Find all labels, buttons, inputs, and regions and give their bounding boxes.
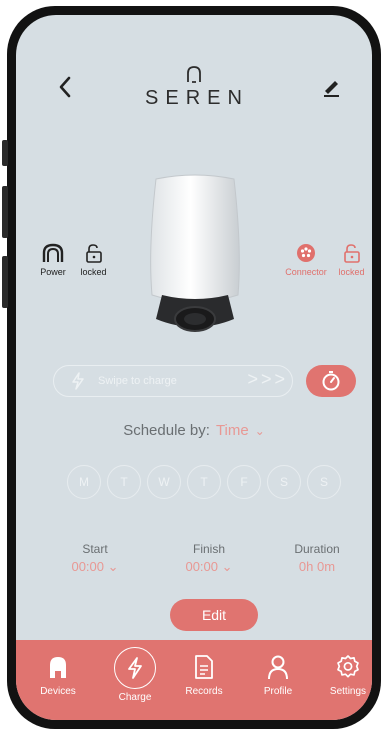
bolt-icon xyxy=(128,657,142,679)
stopwatch-icon xyxy=(322,371,340,391)
person-icon xyxy=(268,655,288,680)
charger-image xyxy=(126,169,264,347)
tab-charge[interactable]: Charge xyxy=(103,640,167,720)
duration-value: 0h 0m xyxy=(298,559,336,574)
connector-lock-indicator: locked xyxy=(333,243,371,277)
connector-indicator: Connector xyxy=(282,243,330,277)
side-button xyxy=(2,140,8,166)
start-value: 00:00 xyxy=(71,559,105,574)
edit-schedule-button[interactable]: Edit xyxy=(170,599,258,631)
swipe-arrows: > > > xyxy=(247,369,285,389)
day-tuesday[interactable]: T xyxy=(107,465,141,499)
finish-label: Finish xyxy=(192,542,225,556)
connector-status: Connector locked xyxy=(282,243,371,277)
tab-label: Settings xyxy=(329,686,367,697)
pencil-icon xyxy=(324,81,339,97)
tab-profile[interactable]: Profile xyxy=(246,640,310,720)
connector-label: Connector xyxy=(285,267,327,277)
day-saturday[interactable]: S xyxy=(267,465,301,499)
unlocked-padlock-icon xyxy=(85,244,102,263)
bottom-tab-bar: Devices Charge Records Profile Settings xyxy=(16,640,372,720)
charger-icon xyxy=(50,657,66,678)
power-indicator: Power xyxy=(34,243,72,277)
wallbox-illustration xyxy=(150,174,240,332)
tab-settings[interactable]: Settings xyxy=(316,640,372,720)
chevron-down-icon: ⌄ xyxy=(104,559,119,574)
day-sunday[interactable]: S xyxy=(307,465,341,499)
tab-label: Profile xyxy=(263,686,293,697)
side-button xyxy=(2,186,8,238)
tab-label: Records xyxy=(185,686,223,697)
phone-frame: SEREN Power locked Connector locked Swip… xyxy=(7,6,381,729)
document-icon xyxy=(195,655,213,679)
side-button xyxy=(2,256,8,308)
brand-name: SEREN xyxy=(145,87,249,109)
connector-lock-label: locked xyxy=(338,267,365,277)
brand-logo: SEREN xyxy=(16,65,372,110)
day-friday[interactable]: F xyxy=(227,465,261,499)
tab-label: Charge xyxy=(118,692,152,703)
weekday-picker: M T W T F S S xyxy=(67,465,357,499)
unlocked-padlock-icon xyxy=(343,244,360,263)
charger-logo-icon xyxy=(187,66,201,83)
tab-devices[interactable]: Devices xyxy=(26,640,90,720)
screen: SEREN Power locked Connector locked Swip… xyxy=(16,15,372,720)
top-bar: SEREN xyxy=(16,63,372,113)
finish-value: 00:00 xyxy=(185,559,219,574)
power-lock-label: locked xyxy=(80,267,107,277)
schedule-selector: Schedule by: Time ⌄ xyxy=(16,422,372,439)
connector-plug-icon xyxy=(297,244,315,262)
duration-display: Duration 0h 0m xyxy=(282,542,352,574)
power-label: Power xyxy=(40,267,66,277)
bolt-icon xyxy=(72,372,84,390)
chevron-down-icon[interactable]: ⌄ xyxy=(255,424,265,438)
swipe-label: Swipe to charge xyxy=(98,375,177,387)
day-thursday[interactable]: T xyxy=(187,465,221,499)
schedule-mode-dropdown[interactable]: Time xyxy=(216,422,249,439)
power-arch-icon xyxy=(42,243,64,262)
start-label: Start xyxy=(82,542,108,556)
day-monday[interactable]: M xyxy=(67,465,101,499)
start-time-field[interactable]: Start 00:00 ⌄ xyxy=(60,542,130,575)
schedule-label: Schedule by: xyxy=(123,422,210,439)
swipe-to-charge-slider[interactable]: Swipe to charge > > > xyxy=(53,365,293,397)
day-wednesday[interactable]: W xyxy=(147,465,181,499)
chevron-down-icon: ⌄ xyxy=(218,559,233,574)
gear-icon xyxy=(337,655,359,678)
edit-device-button[interactable] xyxy=(320,73,342,99)
power-lock-indicator: locked xyxy=(75,243,113,277)
active-tab-ring xyxy=(114,647,156,689)
duration-label: Duration xyxy=(294,542,340,556)
timer-button[interactable] xyxy=(306,365,356,397)
tab-label: Devices xyxy=(40,686,76,697)
tab-records[interactable]: Records xyxy=(172,640,236,720)
power-status: Power locked xyxy=(34,243,113,277)
finish-time-field[interactable]: Finish 00:00 ⌄ xyxy=(174,542,244,575)
